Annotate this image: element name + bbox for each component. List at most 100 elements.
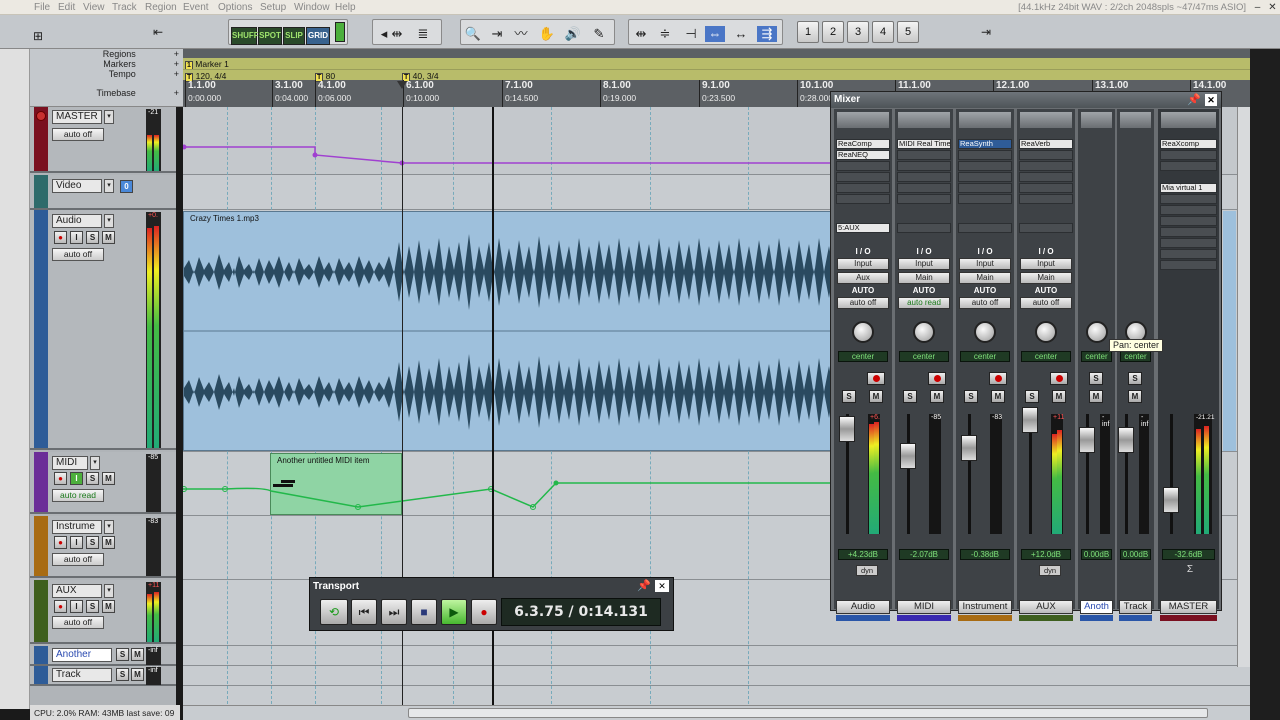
snap-icon[interactable]: ⊣ bbox=[681, 26, 701, 42]
volume-fader[interactable] bbox=[1163, 487, 1179, 513]
record-arm-button[interactable] bbox=[989, 372, 1007, 385]
expand-icon[interactable]: ⊞ bbox=[33, 29, 43, 43]
fx-slot-empty[interactable] bbox=[958, 194, 1012, 204]
fx-slot-empty[interactable] bbox=[897, 194, 951, 204]
volume-fader[interactable] bbox=[1022, 407, 1038, 433]
strip-name[interactable]: AUX bbox=[1019, 600, 1073, 614]
chevron-down-icon[interactable]: ▾ bbox=[104, 520, 114, 534]
route-button[interactable]: Aux bbox=[837, 272, 889, 284]
solo-button[interactable]: S bbox=[903, 390, 917, 403]
send-slot-empty[interactable] bbox=[1019, 223, 1073, 233]
record-arm-button[interactable]: ● bbox=[54, 231, 67, 244]
solo-button[interactable]: S bbox=[86, 472, 99, 485]
input-monitor-button[interactable]: I bbox=[70, 536, 83, 549]
screenset-1-button[interactable]: 1 bbox=[797, 21, 819, 43]
volume-readout[interactable]: -32.6dB bbox=[1162, 549, 1215, 560]
input-button[interactable]: Input bbox=[837, 258, 889, 270]
mute-button[interactable]: M bbox=[102, 536, 115, 549]
menu-options[interactable]: Options bbox=[218, 2, 252, 13]
route-button[interactable]: Main bbox=[1020, 272, 1072, 284]
lock-icon[interactable]: ⇔ bbox=[705, 26, 725, 42]
mute-button[interactable]: M bbox=[991, 390, 1005, 403]
menu-help[interactable]: Help bbox=[335, 2, 356, 13]
mute-button[interactable]: M bbox=[102, 231, 115, 244]
solo-button[interactable]: S bbox=[964, 390, 978, 403]
fx-slot[interactable]: MIDI Real Time bbox=[897, 139, 951, 149]
automation-mode-button[interactable]: auto off bbox=[52, 553, 104, 566]
input-monitor-button[interactable]: I bbox=[70, 600, 83, 613]
solo-button[interactable]: S bbox=[86, 536, 99, 549]
ruler-timebase-label[interactable]: Timebase + bbox=[97, 88, 179, 98]
route-button[interactable]: Main bbox=[959, 272, 1011, 284]
ruler-markers-label[interactable]: Markers + bbox=[103, 59, 179, 69]
volume-readout[interactable]: 0.00dB bbox=[1120, 549, 1151, 560]
input-monitor-button[interactable]: I bbox=[70, 231, 83, 244]
arrow-to-start-icon[interactable]: ⇤ bbox=[153, 25, 163, 39]
fx-slot-empty[interactable] bbox=[1160, 150, 1217, 160]
fx-slot-empty[interactable] bbox=[1160, 260, 1217, 270]
fx-slot-empty[interactable] bbox=[836, 183, 890, 193]
chevron-down-icon[interactable]: ▾ bbox=[104, 110, 114, 124]
menu-track[interactable]: Track bbox=[112, 2, 137, 13]
tempo-envelope[interactable] bbox=[183, 137, 833, 167]
fx-slot-empty[interactable] bbox=[1160, 194, 1217, 204]
menu-window[interactable]: Window bbox=[294, 2, 330, 13]
fx-slot-empty[interactable] bbox=[1160, 238, 1217, 248]
slip-mode-button[interactable]: SLIP bbox=[283, 27, 305, 45]
pan-knob[interactable] bbox=[1086, 321, 1108, 343]
fx-slot-empty[interactable] bbox=[958, 183, 1012, 193]
automation-mode-button[interactable]: auto read bbox=[898, 297, 950, 309]
fx-slot-empty[interactable] bbox=[897, 161, 951, 171]
fx-slot-empty[interactable] bbox=[1160, 216, 1217, 226]
fx-slot-empty[interactable] bbox=[958, 150, 1012, 160]
strip-name[interactable]: Anoth bbox=[1080, 600, 1113, 614]
shuffle-mode-button[interactable]: SHUFFLE bbox=[231, 27, 269, 45]
track-name-video[interactable]: Video bbox=[52, 179, 102, 193]
automation-mode-button[interactable]: auto off bbox=[837, 297, 889, 309]
volume-fader[interactable] bbox=[1118, 427, 1134, 453]
volume-readout[interactable]: -2.07dB bbox=[899, 549, 949, 560]
spot-mode-button[interactable]: SPOT bbox=[258, 27, 282, 45]
menu-edit[interactable]: Edit bbox=[58, 2, 75, 13]
record-arm-button[interactable] bbox=[928, 372, 946, 385]
fx-slot-empty[interactable] bbox=[897, 172, 951, 182]
fx-slot-empty[interactable] bbox=[1019, 161, 1073, 171]
minimize-icon[interactable]: – bbox=[1250, 0, 1265, 15]
solo-button[interactable]: S bbox=[842, 390, 856, 403]
send-slot[interactable]: Mia virtual 1 bbox=[1160, 183, 1217, 193]
pan-knob[interactable] bbox=[1035, 321, 1057, 343]
audio-item[interactable]: Crazy Times 1.mp3 bbox=[183, 211, 844, 451]
mute-button[interactable]: M bbox=[1052, 390, 1066, 403]
strip-option-button[interactable]: dyn bbox=[1039, 565, 1061, 576]
scroll-thumb[interactable] bbox=[408, 708, 1208, 718]
fx-slot-empty[interactable] bbox=[1019, 194, 1073, 204]
send-slot-empty[interactable] bbox=[897, 223, 951, 233]
mute-button[interactable]: M bbox=[102, 472, 115, 485]
fx-slot-empty[interactable] bbox=[836, 161, 890, 171]
stop-icon[interactable]: ■ bbox=[411, 599, 437, 625]
menu-region[interactable]: Region bbox=[145, 2, 177, 13]
record-arm-button[interactable]: ● bbox=[54, 536, 67, 549]
close-icon[interactable]: ✕ bbox=[1205, 94, 1217, 106]
chevron-down-icon[interactable]: ▾ bbox=[104, 214, 114, 228]
fx-slot-empty[interactable] bbox=[897, 183, 951, 193]
volume-readout[interactable]: +4.23dB bbox=[838, 549, 888, 560]
record-icon[interactable]: ● bbox=[471, 599, 497, 625]
ruler-regions-label[interactable]: Regions + bbox=[103, 49, 179, 59]
hand-tool-icon[interactable]: ✋ bbox=[537, 26, 557, 42]
fx-slot-empty[interactable] bbox=[897, 150, 951, 160]
pan-knob[interactable] bbox=[974, 321, 996, 343]
strip-name[interactable]: Track bbox=[1119, 600, 1152, 614]
solo-button[interactable]: S bbox=[116, 668, 129, 681]
fx-slot[interactable]: ReaSynth bbox=[958, 139, 1012, 149]
close-icon[interactable]: ✕ bbox=[655, 580, 669, 592]
stretch-icon[interactable]: ↔ bbox=[731, 26, 751, 42]
input-monitor-button[interactable]: I bbox=[70, 472, 83, 485]
volume-readout[interactable]: 0.00dB bbox=[1081, 549, 1112, 560]
menu-file[interactable]: File bbox=[34, 2, 50, 13]
screenset-3-button[interactable]: 3 bbox=[847, 21, 869, 43]
fx-slot-empty[interactable] bbox=[1160, 161, 1217, 171]
loop-icon[interactable]: ⟲ bbox=[320, 599, 348, 625]
pan-knob[interactable] bbox=[852, 321, 874, 343]
horizontal-scrollbar[interactable] bbox=[183, 705, 1250, 720]
